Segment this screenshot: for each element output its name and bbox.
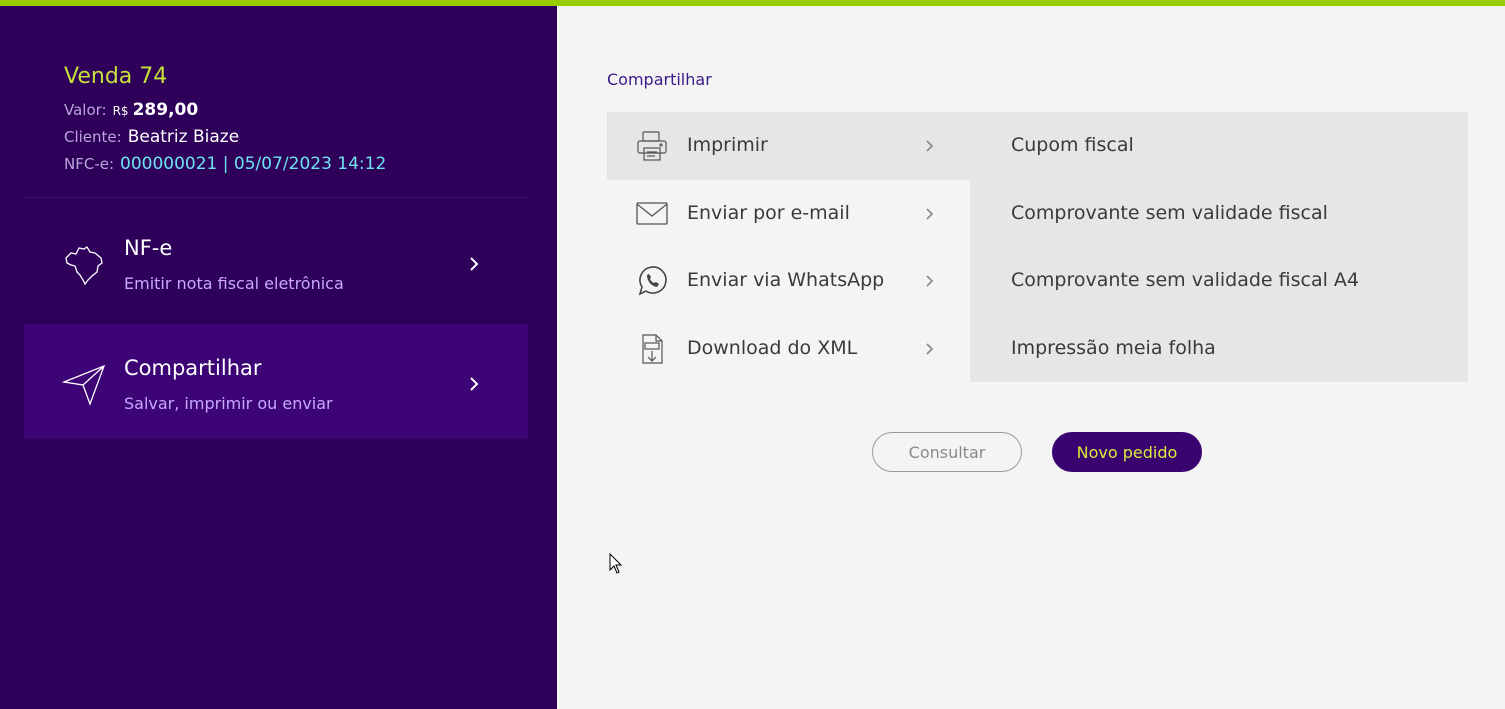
chevron-right-icon <box>926 140 934 152</box>
consultar-button[interactable]: Consultar <box>872 432 1022 472</box>
sidebar-item-title: NF-e <box>124 236 173 260</box>
print-option-cupom-fiscal[interactable]: Cupom fiscal <box>1011 134 1134 156</box>
share-option-email[interactable]: Enviar por e-mail <box>607 180 970 248</box>
sale-value-row: Valor: R$ 289,00 <box>64 100 198 120</box>
sale-nfce-row: NFC-e: 000000021 | 05/07/2023 14:12 <box>64 154 386 174</box>
sidebar-item-subtitle: Salvar, imprimir ou enviar <box>124 394 333 413</box>
cliente-label: Cliente: <box>64 128 122 146</box>
share-option-label: Enviar via WhatsApp <box>687 269 885 291</box>
chevron-right-icon <box>926 343 934 355</box>
printer-icon <box>637 131 667 161</box>
sidebar-item-nfe[interactable]: NF-e Emitir nota fiscal eletrônica <box>24 204 528 319</box>
share-option-label: Enviar por e-mail <box>687 202 850 224</box>
xml-download-icon <box>642 334 663 364</box>
client-name: Beatriz Biaze <box>127 127 240 147</box>
sidebar-item-title: Compartilhar <box>124 356 262 380</box>
sidebar-divider <box>24 197 528 198</box>
chevron-right-icon <box>470 377 479 391</box>
mouse-cursor-icon <box>609 553 623 574</box>
print-option-comprovante-a4[interactable]: Comprovante sem validade fiscal A4 <box>1011 269 1359 291</box>
sidebar-item-compartilhar[interactable]: Compartilhar Salvar, imprimir ou enviar <box>24 324 528 439</box>
nfce-number: 000000021 | 05/07/2023 14:12 <box>120 154 387 174</box>
section-label: Compartilhar <box>607 70 712 89</box>
sale-title: Venda 74 <box>64 64 168 89</box>
share-option-label: Imprimir <box>687 134 768 156</box>
sale-client-row: Cliente: Beatriz Biaze <box>64 127 239 147</box>
whatsapp-icon <box>638 266 667 296</box>
valor-label: Valor: <box>64 101 107 119</box>
sidebar-item-subtitle: Emitir nota fiscal eletrônica <box>124 274 344 293</box>
chevron-right-icon <box>470 257 479 271</box>
chevron-right-icon <box>926 208 934 220</box>
nfce-label: NFC-e: <box>64 155 115 173</box>
novo-pedido-button[interactable]: Novo pedido <box>1052 432 1202 472</box>
share-option-imprimir[interactable]: Imprimir <box>607 112 970 180</box>
chevron-right-icon <box>926 275 934 287</box>
sale-amount: 289,00 <box>132 100 199 120</box>
print-option-comprovante[interactable]: Comprovante sem validade fiscal <box>1011 202 1328 224</box>
share-option-whatsapp[interactable]: Enviar via WhatsApp <box>607 247 970 315</box>
envelope-icon <box>636 202 668 225</box>
brazil-map-icon <box>65 246 103 286</box>
currency-symbol: R$ <box>112 104 129 118</box>
share-option-xml[interactable]: Download do XML <box>607 315 970 383</box>
print-option-meia-folha[interactable]: Impressão meia folha <box>1011 337 1216 359</box>
paper-plane-icon <box>62 364 106 406</box>
share-option-label: Download do XML <box>687 337 858 359</box>
